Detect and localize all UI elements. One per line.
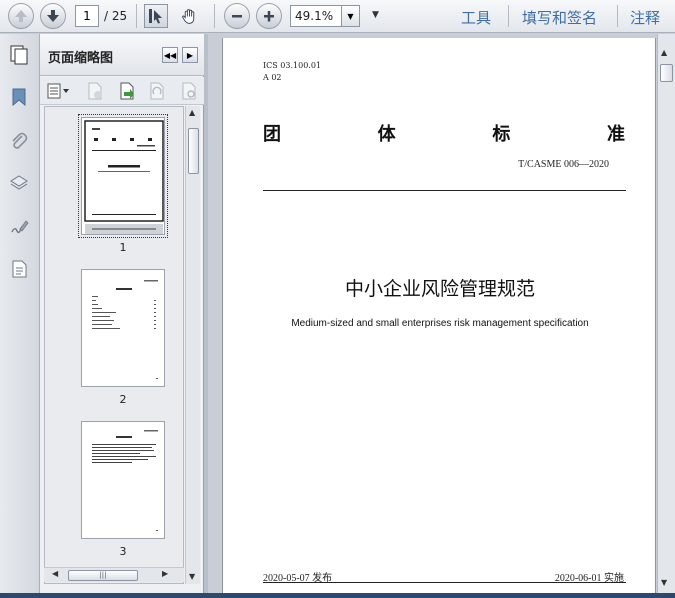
thumbnail-list: 1 2 3 (44, 106, 184, 584)
layers-icon (10, 175, 28, 190)
chevron-right-icon: ▶ (186, 50, 194, 60)
double-chevron-left-icon: ◀◀ (163, 50, 177, 60)
rotate-page-icon (150, 82, 164, 100)
page-preview (84, 120, 164, 234)
toolbar-divider (617, 5, 618, 27)
main-toolbar: 1 / 25 49.1% ▼ ▼ 工具 填写和签名 注释 (0, 0, 675, 33)
heading-char: 标 (492, 124, 511, 145)
delete-pages-button[interactable] (84, 81, 106, 101)
rotate-pages-button[interactable] (146, 81, 168, 101)
document-vertical-scrollbar[interactable]: ▲ ▼ (657, 34, 675, 593)
chevron-down-icon[interactable]: ▼ (341, 6, 359, 26)
bookmarks-tab[interactable] (6, 84, 32, 110)
signatures-tab[interactable] (6, 214, 32, 240)
arrow-up-icon (15, 10, 27, 22)
navigation-pane-strip (0, 34, 40, 593)
window-bottom-edge (0, 593, 675, 598)
document-icon (12, 260, 27, 278)
classification-code: A 02 (263, 73, 282, 82)
page-number-input[interactable]: 1 (75, 5, 99, 27)
pages-icon (10, 45, 28, 65)
toolbar-options-menu[interactable]: ▼ (372, 10, 379, 20)
page-thumbnails-tab[interactable] (6, 42, 32, 68)
ics-code: ICS 03.100.01 (263, 61, 322, 70)
page-properties-button[interactable] (178, 81, 200, 101)
thumbnails-panel: 页面缩略图 ◀◀ ▶ 1 2 3 ▲ ▼ ◀ ||| ▶ (40, 34, 204, 593)
page-total-label: / 25 (104, 9, 128, 23)
panel-title: 页面缩略图 (48, 51, 114, 66)
thumbnail-toolbar (40, 77, 204, 105)
scroll-down-arrow-icon[interactable]: ▼ (189, 572, 195, 581)
scrollbar-thumb[interactable] (188, 128, 199, 174)
insert-page-icon (120, 82, 134, 100)
tools-link[interactable]: 工具 (461, 7, 491, 28)
zoom-out-button[interactable] (224, 3, 250, 29)
standard-type-heading: 团 体 标 准 (263, 120, 625, 146)
thumbnail-options-button[interactable] (44, 81, 74, 101)
layers-tab[interactable] (6, 170, 32, 196)
thumbnail-page-number: 2 (119, 393, 127, 406)
document-title-en: Medium-sized and small enterprises risk … (291, 318, 589, 329)
toolbar-divider (214, 4, 215, 28)
panel-header: 页面缩略图 ◀◀ ▶ (40, 34, 204, 76)
scrollbar-thumb[interactable] (660, 64, 673, 82)
scrollbar-thumb[interactable]: ||| (68, 570, 138, 581)
scroll-left-arrow-icon[interactable]: ◀ (52, 569, 58, 578)
minus-icon (232, 15, 242, 18)
paperclip-icon (12, 132, 28, 149)
toolbar-divider (508, 5, 509, 27)
plus-icon (264, 11, 274, 22)
zoom-value: 49.1% (295, 9, 334, 23)
signature-pen-icon (11, 220, 29, 234)
heading-char: 体 (377, 124, 396, 145)
scroll-right-arrow-icon[interactable]: ▶ (162, 569, 168, 578)
hand-icon (181, 8, 194, 24)
scroll-up-arrow-icon[interactable]: ▲ (189, 108, 195, 117)
page-preview (92, 280, 158, 379)
scroll-up-arrow-icon[interactable]: ▲ (661, 48, 667, 57)
page-thumbnail[interactable] (78, 114, 168, 238)
standard-number: T/CASME 006—2020 (518, 159, 609, 170)
page-properties-icon (182, 82, 196, 100)
fill-sign-link[interactable]: 填写和签名 (522, 7, 597, 28)
toolbar-divider (136, 4, 137, 28)
hand-tool-button[interactable] (177, 4, 201, 28)
document-page: ICS 03.100.01 A 02 团 体 标 准 T/CASME 006—2… (222, 38, 656, 598)
comment-link[interactable]: 注释 (630, 7, 660, 28)
heading-char: 准 (606, 124, 625, 145)
ics-code-block: ICS 03.100.01 A 02 (263, 60, 321, 84)
bookmark-icon (12, 88, 26, 107)
next-page-button[interactable] (40, 3, 66, 29)
document-title-cn: 中小企业风险管理规范 (344, 278, 535, 300)
thumbnail-page-number: 1 (119, 241, 127, 254)
zoom-select[interactable]: 49.1% ▼ (290, 5, 360, 27)
thumbnail-vertical-scrollbar[interactable]: ▲ ▼ (185, 106, 200, 584)
delete-page-icon (88, 82, 102, 100)
collapse-panel-button[interactable]: ◀◀ (162, 47, 178, 63)
select-tool-button[interactable] (144, 4, 168, 28)
heading-char: 团 (263, 124, 281, 145)
thumbnail-horizontal-scrollbar[interactable]: ◀ ||| ▶ (44, 567, 184, 582)
page-preview (92, 430, 158, 531)
previous-page-button[interactable] (8, 3, 34, 29)
insert-pages-button[interactable] (116, 81, 138, 101)
attachments-tab[interactable] (6, 128, 32, 154)
thumbnail-page-number: 3 (119, 545, 127, 558)
header-rule (263, 190, 626, 191)
arrow-down-icon (47, 10, 59, 22)
expand-panel-button[interactable]: ▶ (182, 47, 198, 63)
footer-rule (263, 582, 626, 583)
scroll-down-arrow-icon[interactable]: ▼ (661, 578, 667, 587)
content-tab[interactable] (6, 256, 32, 282)
cursor-icon (149, 9, 162, 24)
zoom-in-button[interactable] (256, 3, 282, 29)
options-menu-icon (47, 83, 69, 99)
page-thumbnail[interactable] (81, 421, 165, 539)
document-view: ICS 03.100.01 A 02 团 体 标 准 T/CASME 006—2… (208, 34, 657, 598)
page-thumbnail[interactable] (81, 269, 165, 387)
